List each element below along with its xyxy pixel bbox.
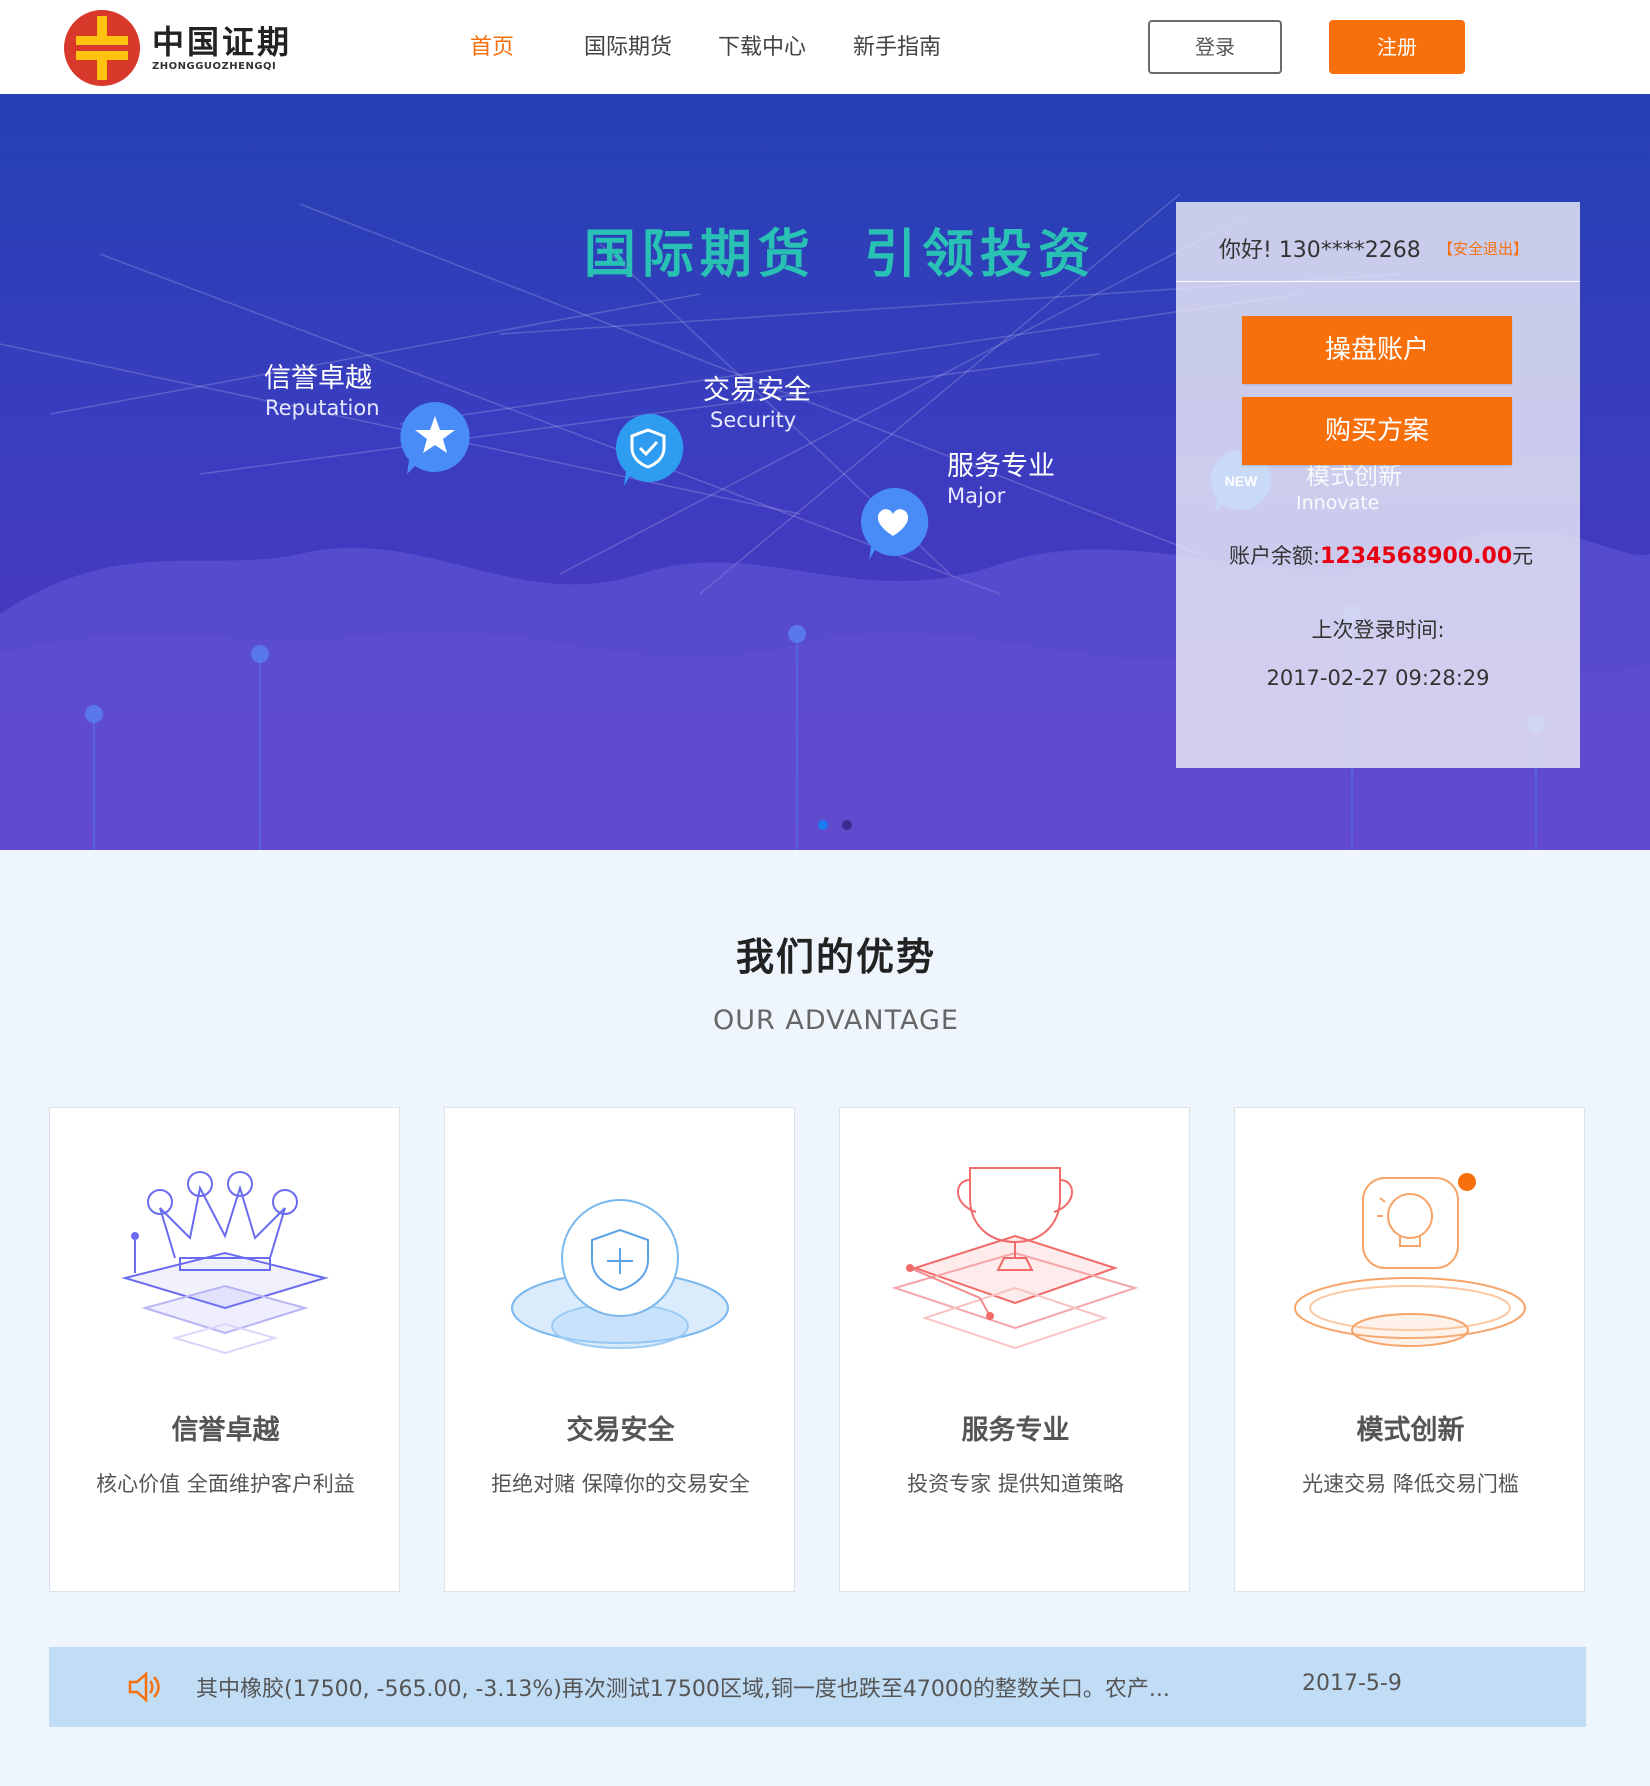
trophy-icon — [891, 1167, 1139, 1350]
feature-reputation-subtitle: Reputation — [265, 396, 380, 420]
card-desc: 核心价值 全面维护客户利益 — [96, 1472, 355, 1496]
nav-item-international-futures[interactable]: 国际期货 — [584, 30, 672, 66]
last-login-label: 上次登录时间: — [1311, 618, 1445, 642]
feature-innovate-subtitle: Innovate — [1296, 492, 1380, 514]
balance-label: 账户余额: — [1229, 544, 1321, 568]
card-desc: 投资专家 提供知道策略 — [907, 1472, 1124, 1496]
buy-plan-button[interactable]: 购买方案 — [1242, 397, 1512, 465]
login-button[interactable]: 登录 — [1148, 20, 1282, 74]
account-panel: NEW 模式创新 Innovate 你好! 130****2268 【安全退出】… — [1176, 202, 1580, 768]
balance-value: 1234568900.00 — [1320, 544, 1513, 569]
news-ticker: 其中橡胶(17500, -565.00, -3.13%)再次测试17500区域,… — [49, 1647, 1586, 1727]
carousel-dot-2[interactable] — [842, 820, 852, 830]
crown-icon — [121, 1171, 329, 1355]
feature-major-title: 服务专业 — [947, 451, 1055, 482]
speaker-icon — [128, 1671, 160, 1703]
hero-banner: 国际期货 引领投资 信誉卓越 Reputation 交易安全 Security … — [0, 94, 1650, 850]
card-title: 模式创新 — [1356, 1415, 1465, 1446]
site-header: 中国证期 ZHONGGUOZHENGQI 首页 国际期货 下载中心 新手指南 登… — [0, 0, 1650, 94]
carousel-dot-1[interactable] — [818, 820, 828, 830]
news-headline[interactable]: 其中橡胶(17500, -565.00, -3.13%)再次测试17500区域,… — [196, 1671, 1170, 1703]
advantage-card-innovate: 模式创新 光速交易 降低交易门槛 — [1234, 1107, 1585, 1592]
lightbulb-icon — [1294, 1173, 1526, 1347]
card-title: 服务专业 — [961, 1415, 1070, 1446]
trading-account-button[interactable]: 操盘账户 — [1242, 316, 1512, 384]
greeting-text: 你好! 130****2268 — [1219, 238, 1421, 263]
advantage-card-major: 服务专业 投资专家 提供知道策略 — [839, 1107, 1190, 1592]
shield-plus-icon — [511, 1199, 729, 1349]
nav-item-download-center[interactable]: 下载中心 — [718, 30, 806, 66]
last-login-time: 2017-02-27 09:28:29 — [1266, 666, 1490, 690]
card-title: 信誉卓越 — [171, 1415, 280, 1446]
advantage-card-security: 交易安全 拒绝对赌 保障你的交易安全 — [444, 1107, 795, 1592]
card-desc: 拒绝对赌 保障你的交易安全 — [491, 1472, 750, 1496]
balance-unit: 元 — [1512, 544, 1534, 568]
advantage-subtitle: OUR ADVANTAGE — [713, 1005, 959, 1036]
carousel-dots — [818, 820, 852, 830]
feature-security-title: 交易安全 — [703, 375, 811, 406]
account-balance: 账户余额:1234568900.00元 — [1229, 540, 1533, 570]
news-date: 2017-5-9 — [1302, 1671, 1402, 1696]
feature-reputation-title: 信誉卓越 — [264, 363, 372, 394]
new-badge-text: NEW — [1225, 473, 1258, 489]
nav-item-home[interactable]: 首页 — [470, 30, 514, 66]
card-title: 交易安全 — [566, 1415, 675, 1446]
register-button[interactable]: 注册 — [1329, 20, 1465, 74]
card-desc: 光速交易 降低交易门槛 — [1302, 1472, 1519, 1496]
advantage-title: 我们的优势 — [735, 935, 936, 979]
feature-security-subtitle: Security — [710, 408, 797, 432]
star-icon — [400, 402, 470, 474]
shield-check-icon — [616, 413, 684, 486]
heart-icon — [861, 487, 929, 560]
advantage-card-reputation: 信誉卓越 核心价值 全面维护客户利益 — [49, 1107, 400, 1592]
greeting-bar: 你好! 130****2268 【安全退出】 — [1176, 202, 1580, 282]
logout-link[interactable]: 【安全退出】 — [1438, 238, 1528, 259]
feature-major-subtitle: Major — [947, 484, 1006, 508]
nav-item-beginner-guide[interactable]: 新手指南 — [853, 30, 941, 66]
